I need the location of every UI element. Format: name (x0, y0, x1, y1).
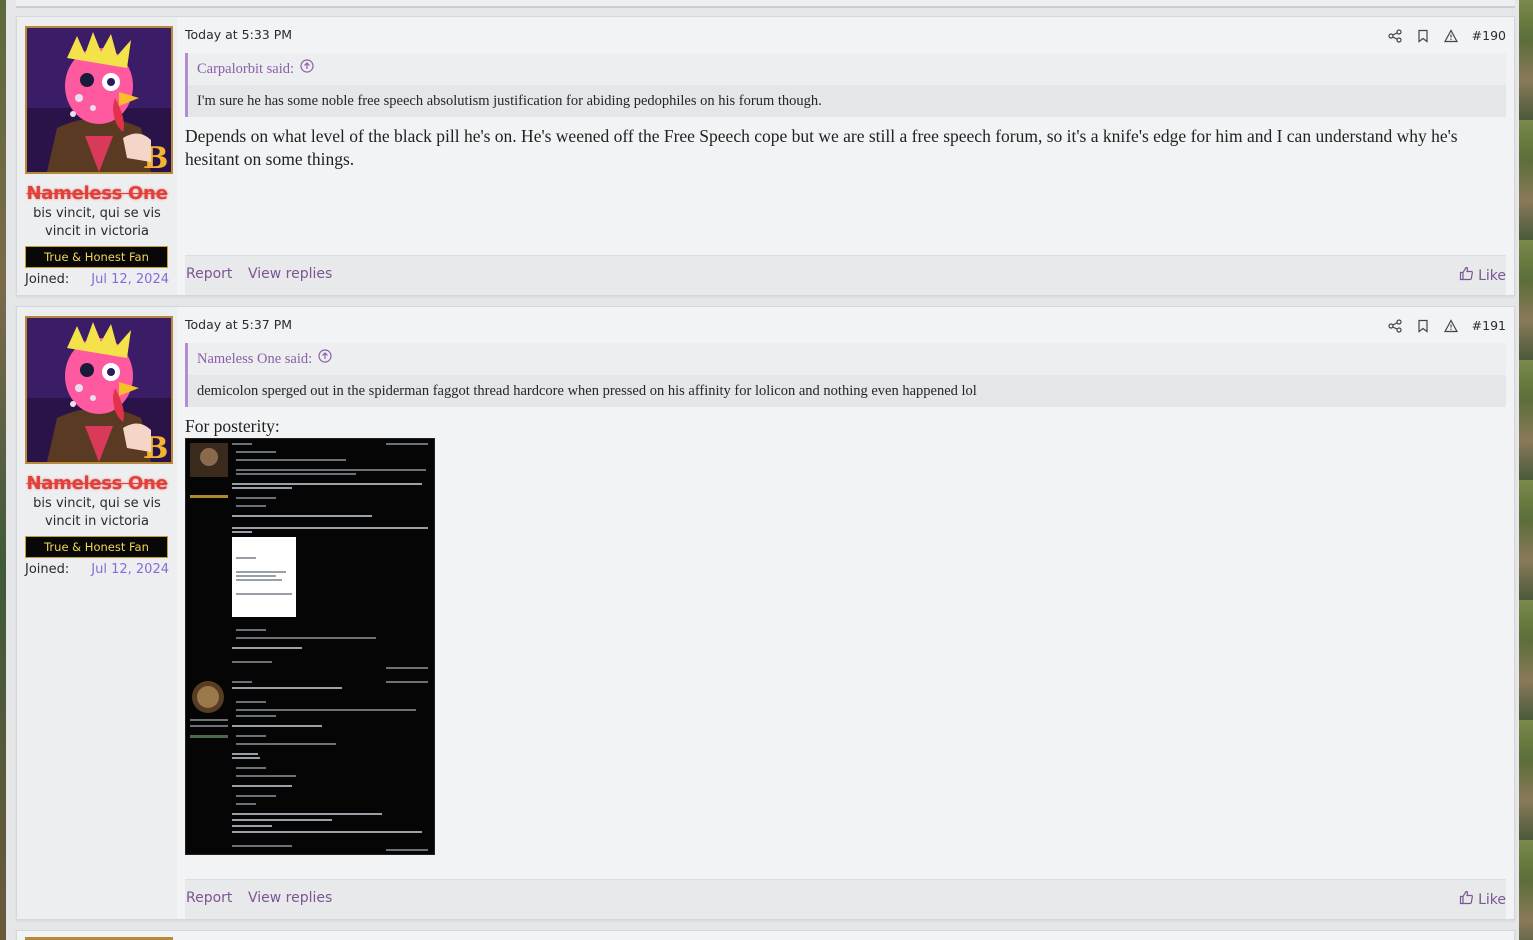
post-tools: #190 (1388, 25, 1506, 45)
post-content: Today at 5:37 PM #191 Nameless One said: (185, 307, 1506, 919)
post-date[interactable]: Today at 5:37 PM (185, 317, 292, 332)
joined-label: Joined: (25, 272, 70, 287)
quote-header: Nameless One said: (188, 343, 1506, 375)
like-label: Like (1478, 267, 1506, 284)
warning-icon[interactable] (1443, 28, 1458, 43)
user-title: bis vincit, qui se vis vincit in victori… (33, 206, 161, 239)
post-tools: #191 (1388, 315, 1506, 335)
user-banner: True & Honest Fan (25, 536, 168, 558)
user-avatar[interactable]: B (25, 316, 173, 464)
warning-icon[interactable] (1443, 318, 1458, 333)
post-number[interactable]: #191 (1472, 318, 1506, 333)
username[interactable]: Nameless One (17, 183, 177, 204)
joined-label: Joined: (25, 562, 70, 577)
quote-block: Carpalorbit said: I'm sure he has some n… (185, 53, 1506, 117)
quote-author[interactable]: Carpalorbit said: (197, 53, 294, 85)
quote-text: demicolon sperged out in the spiderman f… (188, 375, 1506, 407)
arrow-up-circle-icon[interactable] (318, 343, 332, 375)
user-avatar[interactable]: B (25, 26, 173, 174)
background-right-strip (1519, 0, 1533, 940)
thumbs-up-icon (1459, 890, 1474, 909)
attached-screenshot-image[interactable] (185, 438, 435, 855)
bookmark-icon[interactable] (1416, 28, 1430, 43)
post-191: B Nameless One bis vincit, qui se vis vi… (16, 306, 1515, 920)
post-user-panel: B Nameless One bis vincit, qui se vis vi… (17, 17, 177, 295)
view-replies-link[interactable]: View replies (248, 266, 332, 282)
post-user-panel: B Nameless One bis vincit, qui se vis vi… (17, 307, 177, 919)
post-number[interactable]: #190 (1472, 28, 1506, 43)
thumbs-up-icon (1459, 266, 1474, 285)
thread-page: B Nameless One bis vincit, qui se vis vi… (6, 0, 1519, 940)
username[interactable]: Nameless One (17, 473, 177, 494)
quote-block: Nameless One said: demicolon sperged out… (185, 343, 1506, 407)
share-icon[interactable] (1388, 318, 1402, 333)
quote-text: I'm sure he has some noble free speech a… (188, 85, 1506, 117)
report-link[interactable]: Report (186, 890, 232, 906)
user-banner: True & Honest Fan (25, 246, 168, 268)
like-label: Like (1478, 891, 1506, 908)
quote-author[interactable]: Nameless One said: (197, 343, 312, 375)
post-message: Depends on what level of the black pill … (185, 126, 1458, 169)
arrow-up-circle-icon[interactable] (300, 53, 314, 85)
post-content: Today at 5:33 PM #190 Carpalorbit said: (185, 17, 1506, 295)
post-message: For posterity: (185, 416, 280, 436)
user-title: bis vincit, qui se vis vincit in victori… (33, 496, 161, 529)
report-link[interactable]: Report (186, 266, 232, 282)
joined-date: Jul 12, 2024 (91, 562, 169, 577)
previous-post-edge (16, 0, 1515, 8)
like-button[interactable]: Like (1459, 890, 1506, 909)
view-replies-link[interactable]: View replies (248, 890, 332, 906)
joined-date: Jul 12, 2024 (91, 272, 169, 287)
post-date[interactable]: Today at 5:33 PM (185, 27, 292, 42)
post-190: B Nameless One bis vincit, qui se vis vi… (16, 16, 1515, 296)
post-footer: Report View replies Like (185, 255, 1506, 295)
quote-header: Carpalorbit said: (188, 53, 1506, 85)
bookmark-icon[interactable] (1416, 318, 1430, 333)
share-icon[interactable] (1388, 28, 1402, 43)
next-post-edge (16, 930, 1515, 940)
post-footer: Report View replies Like (185, 879, 1506, 919)
like-button[interactable]: Like (1459, 266, 1506, 285)
